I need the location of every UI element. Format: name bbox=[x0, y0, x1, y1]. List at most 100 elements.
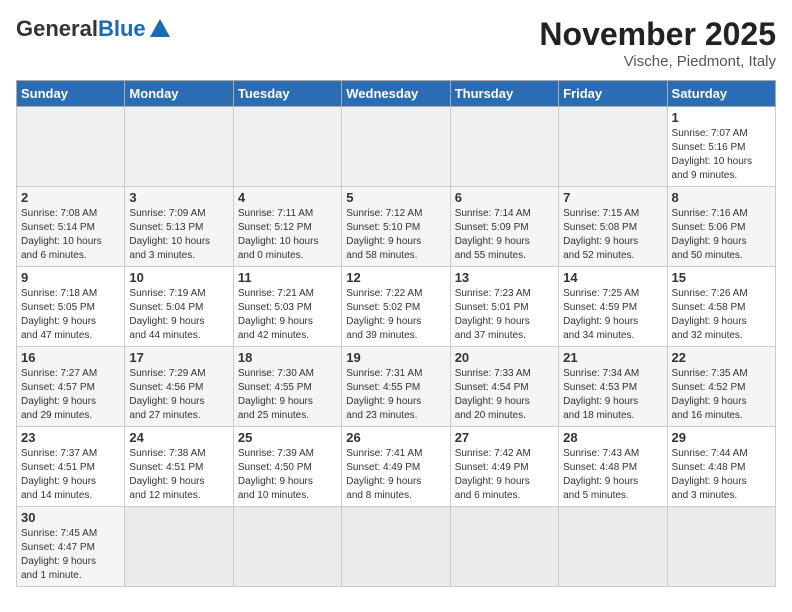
day-number: 16 bbox=[21, 350, 120, 365]
day-cell: 12 Sunrise: 7:22 AM Sunset: 5:02 PM Dayli… bbox=[342, 267, 450, 347]
day-info: Sunrise: 7:29 AM Sunset: 4:56 PM Dayligh… bbox=[129, 367, 228, 423]
day-number: 19 bbox=[346, 350, 445, 365]
weekday-header-tuesday: Tuesday bbox=[233, 81, 341, 107]
day-cell: 30Sunrise: 7:45 AM Sunset: 4:47 PM Dayli… bbox=[17, 507, 125, 587]
day-cell: 1 Sunrise: 7:07 AM Sunset: 5:16 PM Daylig… bbox=[667, 107, 775, 187]
page-header: General Blue November 2025 Vische, Piedm… bbox=[16, 16, 776, 70]
day-number: 11 bbox=[238, 270, 337, 285]
day-number: 25 bbox=[238, 430, 337, 445]
day-number: 9 bbox=[21, 270, 120, 285]
week-row-1: 1 Sunrise: 7:07 AM Sunset: 5:16 PM Daylig… bbox=[17, 107, 776, 187]
day-cell: 9Sunrise: 7:18 AM Sunset: 5:05 PM Daylig… bbox=[17, 267, 125, 347]
week-row-3: 9Sunrise: 7:18 AM Sunset: 5:05 PM Daylig… bbox=[17, 267, 776, 347]
day-cell bbox=[342, 107, 450, 187]
day-number: 27 bbox=[455, 430, 554, 445]
day-info: Sunrise: 7:43 AM Sunset: 4:48 PM Dayligh… bbox=[563, 447, 662, 503]
day-number: 4 bbox=[238, 190, 337, 205]
day-cell: 3Sunrise: 7:09 AM Sunset: 5:13 PM Daylig… bbox=[125, 187, 233, 267]
day-info: Sunrise: 7:22 AM Sunset: 5:02 PM Dayligh… bbox=[346, 287, 445, 343]
day-number: 30 bbox=[21, 510, 120, 525]
day-cell: 23Sunrise: 7:37 AM Sunset: 4:51 PM Dayli… bbox=[17, 427, 125, 507]
day-info: Sunrise: 7:16 AM Sunset: 5:06 PM Dayligh… bbox=[672, 207, 771, 263]
day-info: Sunrise: 7:27 AM Sunset: 4:57 PM Dayligh… bbox=[21, 367, 120, 423]
weekday-header-sunday: Sunday bbox=[17, 81, 125, 107]
day-cell bbox=[667, 507, 775, 587]
day-number: 14 bbox=[563, 270, 662, 285]
weekday-header-saturday: Saturday bbox=[667, 81, 775, 107]
day-cell: 7 Sunrise: 7:15 AM Sunset: 5:08 PM Daylig… bbox=[559, 187, 667, 267]
day-cell: 29 Sunrise: 7:44 AM Sunset: 4:48 PM Dayli… bbox=[667, 427, 775, 507]
day-cell: 26Sunrise: 7:41 AM Sunset: 4:49 PM Dayli… bbox=[342, 427, 450, 507]
day-number: 12 bbox=[346, 270, 445, 285]
day-cell: 19 Sunrise: 7:31 AM Sunset: 4:55 PM Dayli… bbox=[342, 347, 450, 427]
day-info: Sunrise: 7:35 AM Sunset: 4:52 PM Dayligh… bbox=[672, 367, 771, 423]
logo-general-text: General bbox=[16, 16, 98, 42]
day-cell bbox=[342, 507, 450, 587]
day-cell: 16 Sunrise: 7:27 AM Sunset: 4:57 PM Dayli… bbox=[17, 347, 125, 427]
day-number: 13 bbox=[455, 270, 554, 285]
day-cell bbox=[450, 107, 558, 187]
day-cell: 10 Sunrise: 7:19 AM Sunset: 5:04 PM Dayli… bbox=[125, 267, 233, 347]
week-row-5: 23Sunrise: 7:37 AM Sunset: 4:51 PM Dayli… bbox=[17, 427, 776, 507]
day-info: Sunrise: 7:34 AM Sunset: 4:53 PM Dayligh… bbox=[563, 367, 662, 423]
day-cell bbox=[125, 507, 233, 587]
day-number: 8 bbox=[672, 190, 771, 205]
day-cell bbox=[233, 107, 341, 187]
day-cell: 22Sunrise: 7:35 AM Sunset: 4:52 PM Dayli… bbox=[667, 347, 775, 427]
day-number: 15 bbox=[672, 270, 771, 285]
day-info: Sunrise: 7:39 AM Sunset: 4:50 PM Dayligh… bbox=[238, 447, 337, 503]
week-row-2: 2 Sunrise: 7:08 AM Sunset: 5:14 PM Daylig… bbox=[17, 187, 776, 267]
day-cell: 5 Sunrise: 7:12 AM Sunset: 5:10 PM Daylig… bbox=[342, 187, 450, 267]
day-info: Sunrise: 7:41 AM Sunset: 4:49 PM Dayligh… bbox=[346, 447, 445, 503]
day-info: Sunrise: 7:08 AM Sunset: 5:14 PM Dayligh… bbox=[21, 207, 120, 263]
day-info: Sunrise: 7:44 AM Sunset: 4:48 PM Dayligh… bbox=[672, 447, 771, 503]
day-info: Sunrise: 7:25 AM Sunset: 4:59 PM Dayligh… bbox=[563, 287, 662, 343]
day-number: 5 bbox=[346, 190, 445, 205]
day-number: 3 bbox=[129, 190, 228, 205]
weekday-header-friday: Friday bbox=[559, 81, 667, 107]
day-info: Sunrise: 7:23 AM Sunset: 5:01 PM Dayligh… bbox=[455, 287, 554, 343]
day-info: Sunrise: 7:38 AM Sunset: 4:51 PM Dayligh… bbox=[129, 447, 228, 503]
day-cell: 18Sunrise: 7:30 AM Sunset: 4:55 PM Dayli… bbox=[233, 347, 341, 427]
day-cell: 13 Sunrise: 7:23 AM Sunset: 5:01 PM Dayli… bbox=[450, 267, 558, 347]
day-number: 24 bbox=[129, 430, 228, 445]
day-number: 20 bbox=[455, 350, 554, 365]
day-cell bbox=[559, 507, 667, 587]
day-number: 6 bbox=[455, 190, 554, 205]
day-cell: 6Sunrise: 7:14 AM Sunset: 5:09 PM Daylig… bbox=[450, 187, 558, 267]
logo: General Blue bbox=[16, 16, 170, 42]
day-cell: 8 Sunrise: 7:16 AM Sunset: 5:06 PM Daylig… bbox=[667, 187, 775, 267]
day-info: Sunrise: 7:15 AM Sunset: 5:08 PM Dayligh… bbox=[563, 207, 662, 263]
day-cell: 14 Sunrise: 7:25 AM Sunset: 4:59 PM Dayli… bbox=[559, 267, 667, 347]
day-number: 2 bbox=[21, 190, 120, 205]
day-cell bbox=[17, 107, 125, 187]
month-title: November 2025 bbox=[539, 16, 776, 53]
logo-blue-text: Blue bbox=[98, 16, 146, 42]
day-number: 28 bbox=[563, 430, 662, 445]
week-row-4: 16 Sunrise: 7:27 AM Sunset: 4:57 PM Dayli… bbox=[17, 347, 776, 427]
day-number: 1 bbox=[672, 110, 771, 125]
day-cell: 27Sunrise: 7:42 AM Sunset: 4:49 PM Dayli… bbox=[450, 427, 558, 507]
day-number: 10 bbox=[129, 270, 228, 285]
day-info: Sunrise: 7:31 AM Sunset: 4:55 PM Dayligh… bbox=[346, 367, 445, 423]
day-info: Sunrise: 7:30 AM Sunset: 4:55 PM Dayligh… bbox=[238, 367, 337, 423]
day-info: Sunrise: 7:11 AM Sunset: 5:12 PM Dayligh… bbox=[238, 207, 337, 263]
day-info: Sunrise: 7:19 AM Sunset: 5:04 PM Dayligh… bbox=[129, 287, 228, 343]
week-row-6: 30Sunrise: 7:45 AM Sunset: 4:47 PM Dayli… bbox=[17, 507, 776, 587]
day-number: 7 bbox=[563, 190, 662, 205]
day-cell: 21Sunrise: 7:34 AM Sunset: 4:53 PM Dayli… bbox=[559, 347, 667, 427]
location-subtitle: Vische, Piedmont, Italy bbox=[539, 53, 776, 70]
day-number: 29 bbox=[672, 430, 771, 445]
day-info: Sunrise: 7:07 AM Sunset: 5:16 PM Dayligh… bbox=[672, 127, 771, 183]
day-cell: 25 Sunrise: 7:39 AM Sunset: 4:50 PM Dayli… bbox=[233, 427, 341, 507]
day-cell: 4 Sunrise: 7:11 AM Sunset: 5:12 PM Daylig… bbox=[233, 187, 341, 267]
day-info: Sunrise: 7:26 AM Sunset: 4:58 PM Dayligh… bbox=[672, 287, 771, 343]
day-cell: 15 Sunrise: 7:26 AM Sunset: 4:58 PM Dayli… bbox=[667, 267, 775, 347]
day-cell: 28 Sunrise: 7:43 AM Sunset: 4:48 PM Dayli… bbox=[559, 427, 667, 507]
day-cell: 20Sunrise: 7:33 AM Sunset: 4:54 PM Dayli… bbox=[450, 347, 558, 427]
day-info: Sunrise: 7:12 AM Sunset: 5:10 PM Dayligh… bbox=[346, 207, 445, 263]
day-number: 17 bbox=[129, 350, 228, 365]
day-cell: 24 Sunrise: 7:38 AM Sunset: 4:51 PM Dayli… bbox=[125, 427, 233, 507]
day-number: 23 bbox=[21, 430, 120, 445]
logo-triangle-icon bbox=[150, 19, 170, 37]
